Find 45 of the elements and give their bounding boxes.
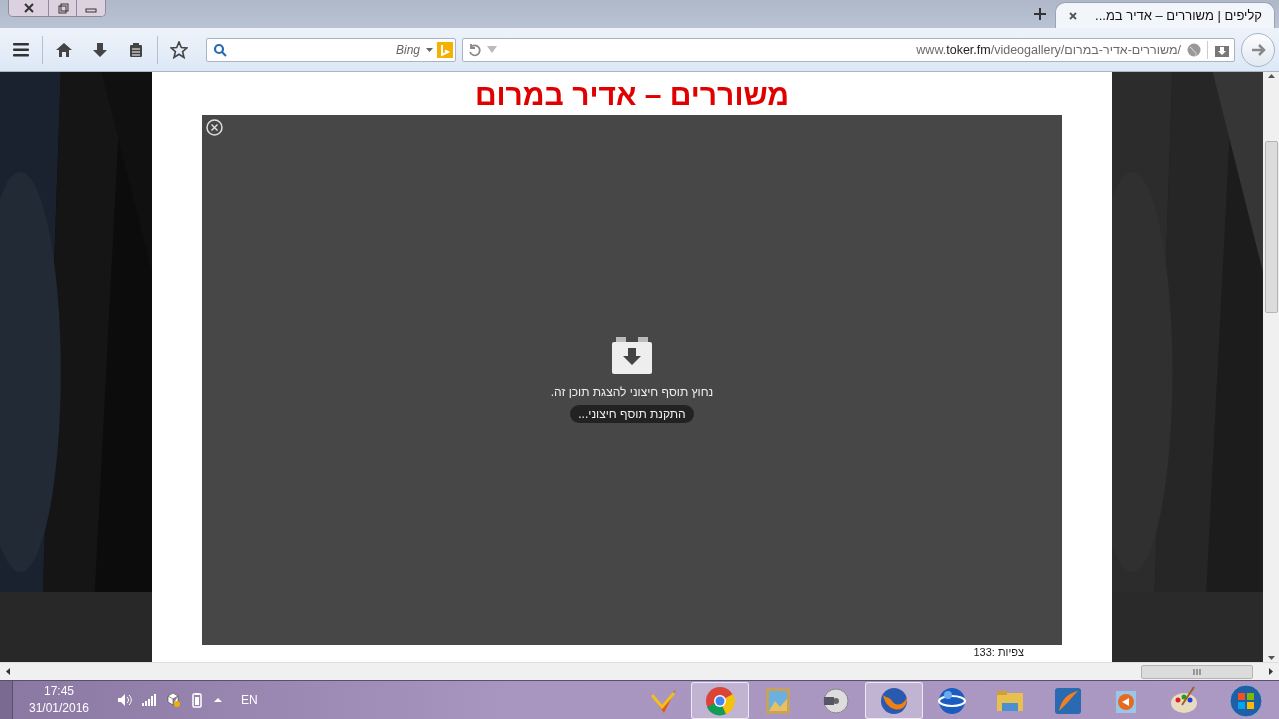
home-icon[interactable]: [56, 41, 72, 58]
search-icon[interactable]: [213, 42, 227, 57]
forward-button[interactable]: [1241, 32, 1275, 67]
speaker-icon[interactable]: [117, 692, 133, 708]
close-button[interactable]: [9, 0, 49, 16]
windows-logo-icon: [1229, 683, 1263, 718]
tab-title: קליפים | משוררים – אדיר במ...: [1095, 8, 1262, 23]
star-icon[interactable]: [170, 40, 188, 59]
horizontal-scrollbar[interactable]: [0, 662, 1279, 680]
close-icon[interactable]: [21, 2, 36, 14]
plugin-message: נחוץ תוסף חיצוני להצגת תוכן זה.: [550, 385, 714, 399]
install-plugin-button[interactable]: התקנת תוסף חיצוני...: [570, 405, 694, 423]
scrollbar-thumb[interactable]: [1141, 664, 1253, 679]
plugin-icon: [611, 337, 653, 375]
close-icon[interactable]: [1068, 10, 1078, 21]
download-icon[interactable]: [92, 41, 108, 58]
menu-icon[interactable]: [12, 41, 30, 58]
search-bar[interactable]: Bing: [206, 37, 456, 62]
scrollbar-thumb[interactable]: [1264, 141, 1278, 313]
clipboard-icon[interactable]: [128, 41, 144, 58]
arrow-right-icon[interactable]: [1250, 41, 1266, 58]
taskbar-app-button[interactable]: [865, 682, 923, 719]
vertical-scrollbar[interactable]: [1263, 72, 1279, 662]
restore-icon[interactable]: [56, 2, 69, 14]
reload-icon[interactable]: [467, 42, 481, 57]
plus-icon[interactable]: [1033, 6, 1047, 21]
battery-icon[interactable]: [189, 692, 205, 708]
date: 31/01/2016: [28, 700, 90, 717]
page-title: משוררים – אדיר במרום: [474, 78, 790, 112]
caret-up-icon[interactable]: [213, 696, 223, 704]
clock[interactable]: 17:45 31/01/2016: [13, 683, 105, 717]
box-icon[interactable]: [165, 692, 181, 708]
minimize-button[interactable]: [77, 0, 105, 16]
globe-icon[interactable]: [1187, 42, 1201, 57]
grip-icon[interactable]: [1193, 667, 1201, 676]
signal-icon[interactable]: [141, 692, 157, 708]
dropdown-icon[interactable]: [426, 47, 433, 52]
restore-button[interactable]: [49, 0, 77, 16]
view-count: צפיות :133: [973, 646, 1024, 659]
browser-tab[interactable]: קליפים | משוררים – אדיר במ...: [1055, 2, 1275, 28]
caret-left-icon[interactable]: [4, 667, 12, 676]
time: 17:45: [44, 683, 74, 700]
taskbar-app-button[interactable]: [691, 682, 749, 719]
caret-right-icon[interactable]: [1267, 667, 1275, 676]
browser-icon: [704, 684, 736, 717]
